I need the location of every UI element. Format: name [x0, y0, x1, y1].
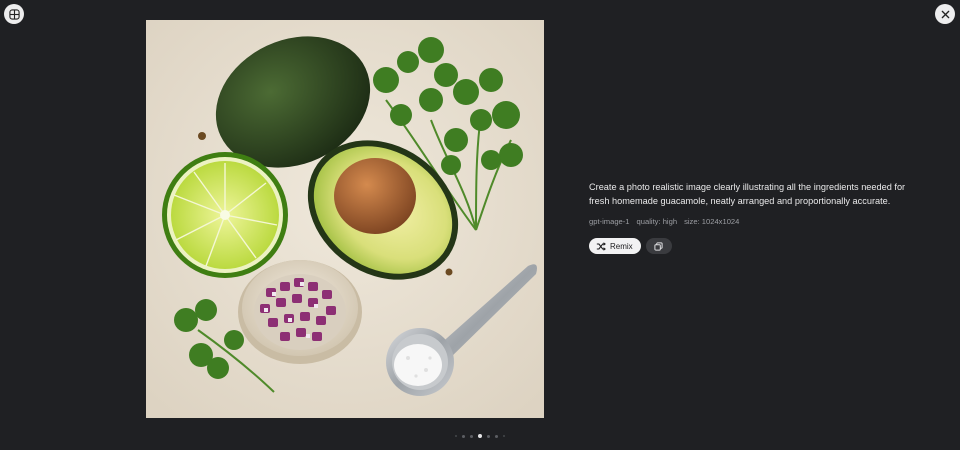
size-label: size: 1024x1024 — [684, 217, 740, 226]
copy-button[interactable] — [645, 238, 672, 254]
lime-half — [162, 152, 288, 278]
pager-dot[interactable] — [503, 435, 505, 437]
close-button[interactable] — [935, 4, 955, 24]
guacamole-ingredients-illustration — [146, 20, 544, 418]
pager-dot-active[interactable] — [478, 434, 482, 438]
quality-label: quality: high — [636, 217, 678, 226]
prompt-text: Create a photo realistic image clearly i… — [589, 182, 906, 206]
copy-icon — [654, 241, 663, 251]
pager-dot[interactable] — [462, 434, 465, 438]
remix-label: Remix — [610, 241, 633, 251]
close-icon — [941, 10, 949, 18]
generated-image[interactable] — [146, 20, 544, 418]
shuffle-icon — [596, 241, 606, 251]
gallery-button[interactable] — [4, 4, 24, 24]
grid-icon — [8, 8, 20, 20]
pager-dot[interactable] — [470, 434, 473, 438]
image-pager — [0, 434, 960, 438]
remix-button[interactable]: Remix — [589, 238, 641, 254]
image-details-panel: Create a photo realistic image clearly i… — [589, 180, 919, 254]
image-metadata: gpt-image-1 quality: high size: 1024x102… — [589, 217, 919, 226]
image-actions: Remix — [589, 238, 919, 254]
pager-dot[interactable] — [495, 434, 498, 438]
pager-dot[interactable] — [455, 435, 457, 437]
model-label: gpt-image-1 — [589, 217, 630, 226]
pager-dot[interactable] — [487, 434, 490, 438]
diced-onion-bowl — [238, 260, 362, 364]
